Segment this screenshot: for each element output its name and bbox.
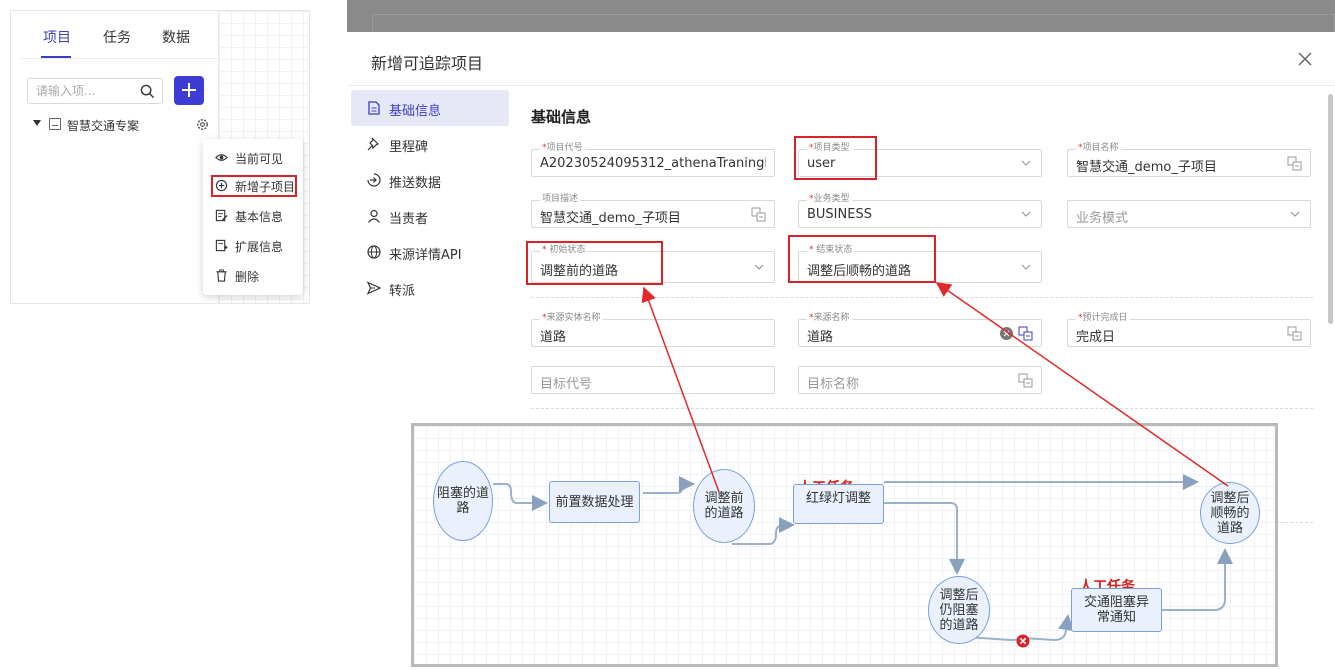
source-entity-name-field[interactable]: *来源实体名称 道路 (531, 313, 775, 347)
node-before-adjust[interactable]: 调整前的道路 (693, 469, 755, 543)
eye-icon (215, 154, 228, 161)
nav-source-api[interactable]: 来源详情API (351, 234, 509, 270)
project-icon (49, 118, 61, 130)
node-preprocess[interactable]: 前置数据处理 (549, 481, 640, 523)
form-divider (531, 408, 1313, 409)
chevron-down-icon (1021, 264, 1031, 270)
caret-down-icon[interactable] (33, 120, 41, 126)
project-name-field[interactable]: *项目名称 智慧交通_demo_子项目 (1067, 143, 1311, 177)
tree-item-label: 智慧交通专案 (67, 119, 140, 133)
menu-item-add-subproject[interactable]: 新增子项目 (211, 175, 297, 197)
user-icon (368, 209, 380, 223)
tab-data[interactable]: 数据 (162, 27, 190, 47)
business-mode-select[interactable]: 业务模式 (1067, 200, 1311, 228)
tab-projects[interactable]: 项目 (43, 27, 71, 47)
node-after-smooth[interactable]: 调整后顺畅的道路 (1200, 482, 1260, 544)
translate-icon[interactable] (751, 207, 766, 222)
nav-transfer[interactable]: 转派 (351, 270, 509, 306)
node-blocked-road[interactable]: 阻塞的道路 (433, 461, 493, 541)
project-tree-panel: 项目 任务 数据 智慧交通专案 (10, 10, 310, 304)
dialog-title: 新增可追踪项目 (371, 54, 484, 73)
source-name-field[interactable]: *来源名称 道路 (798, 313, 1042, 347)
translate-icon[interactable] (1287, 326, 1302, 341)
send-icon (367, 281, 381, 295)
project-sidebar: 项目 任务 数据 智慧交通专案 (11, 11, 219, 303)
chevron-down-icon (1290, 211, 1300, 217)
project-code-field[interactable]: *项目代号 A20230524095312_athenaTraningProje… (531, 143, 775, 177)
business-type-select[interactable]: *业务类型 BUSINESS (798, 194, 1042, 228)
project-desc-field[interactable]: 项目描述 智慧交通_demo_子项目 (531, 194, 775, 228)
pin-icon (367, 137, 380, 151)
tree-item-project[interactable]: 智慧交通专案 (33, 117, 217, 133)
edit-doc-icon (215, 209, 228, 222)
node-notify[interactable]: 交通阻塞异常通知 (1071, 588, 1162, 632)
node-signal-adjust[interactable]: 红绿灯调整 (793, 484, 884, 524)
workflow-diagram: 阻塞的道路 前置数据处理 调整前的道路 人工任务 红绿灯调整 调整后顺畅的道路 … (411, 423, 1278, 667)
menu-item-delete[interactable]: 删除 (211, 265, 297, 287)
globe-icon (367, 245, 381, 259)
close-icon[interactable] (1297, 51, 1313, 67)
target-name-field[interactable]: 目标名称 (798, 366, 1042, 394)
document-icon (368, 101, 380, 115)
translate-icon[interactable] (1287, 156, 1302, 171)
form-scrollbar[interactable] (1328, 94, 1333, 324)
nav-responsible[interactable]: 当责者 (351, 198, 509, 234)
clear-icon[interactable] (1000, 327, 1013, 340)
menu-item-basic-info[interactable]: 基本信息 (211, 205, 297, 227)
translate-icon[interactable] (1018, 373, 1033, 388)
push-icon (367, 173, 381, 187)
target-code-field[interactable]: 目标代号 (531, 366, 775, 394)
translate-icon[interactable] (1018, 326, 1033, 341)
tabs-divider (21, 58, 219, 59)
extend-doc-icon (215, 239, 228, 252)
trash-icon (216, 269, 227, 282)
plus-circle-icon (215, 179, 228, 192)
end-state-select[interactable]: * 结束状态 调整后顺畅的道路 (798, 245, 1042, 283)
section-title: 基础信息 (531, 108, 592, 126)
add-project-button[interactable] (174, 76, 204, 105)
initial-state-select[interactable]: * 初始状态 调整前的道路 (531, 245, 775, 283)
menu-item-visible[interactable]: 当前可见 (211, 147, 297, 169)
project-context-menu: 当前可见 新增子项目 基本信息 扩展信息 删除 (203, 139, 303, 295)
tab-tasks[interactable]: 任务 (103, 27, 131, 47)
search-icon[interactable] (140, 84, 155, 99)
search-input[interactable] (28, 79, 138, 103)
nav-push-data[interactable]: 推送数据 (351, 162, 509, 198)
nav-basic-info[interactable]: 基础信息 (351, 90, 509, 126)
menu-item-extended-info[interactable]: 扩展信息 (211, 235, 297, 257)
node-still-blocked[interactable]: 调整后仍阻塞的道路 (928, 576, 990, 644)
chevron-down-icon (754, 264, 764, 270)
error-x-icon (1016, 634, 1030, 648)
project-type-select[interactable]: *项目类型 user (798, 143, 1042, 177)
form-divider (531, 297, 1313, 298)
chevron-down-icon (1021, 211, 1031, 217)
project-search (27, 78, 163, 104)
nav-milestones[interactable]: 里程碑 (351, 126, 509, 162)
gear-icon[interactable] (195, 117, 210, 132)
expected-done-field[interactable]: *预计完成日 完成日 (1067, 313, 1311, 347)
chevron-down-icon (1021, 160, 1031, 166)
